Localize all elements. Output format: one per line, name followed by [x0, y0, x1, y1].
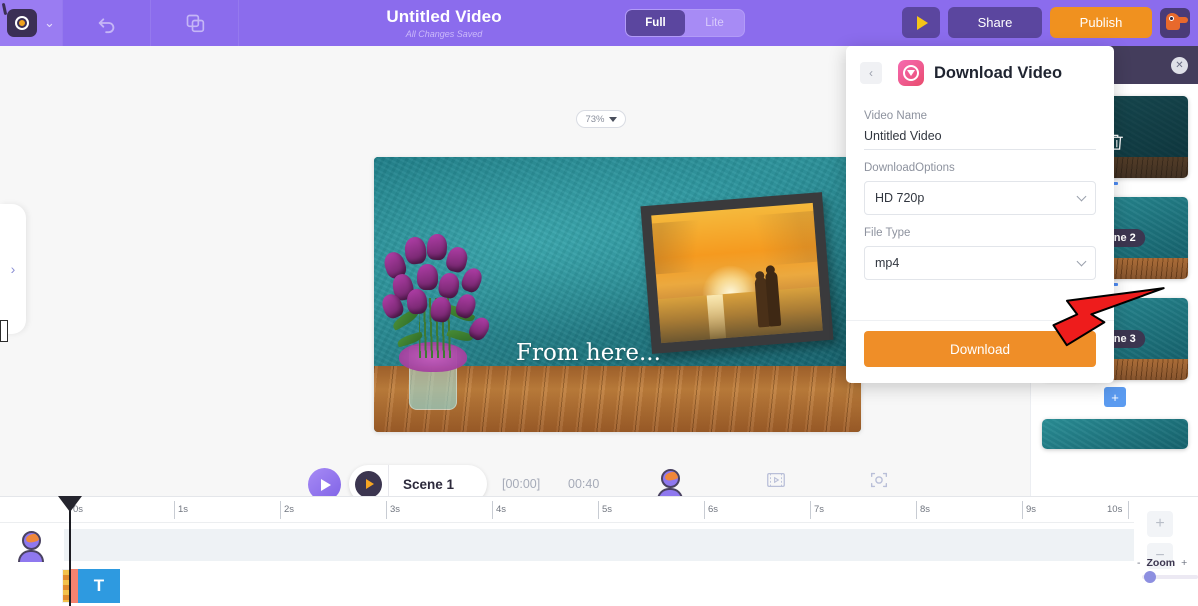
ruler-tick-label: 8s	[920, 504, 930, 515]
ruler-tick-label: 7s	[814, 504, 824, 515]
chevron-down-icon[interactable]: ⌄	[44, 15, 55, 31]
canvas-zoom-value: 73%	[585, 114, 604, 125]
focus-button[interactable]	[868, 469, 890, 496]
file-type-value: mp4	[875, 256, 899, 270]
modal-body: Video Name DownloadOptions HD 720p File …	[846, 94, 1114, 280]
tab-full[interactable]: Full	[626, 10, 685, 36]
chevron-down-icon	[1077, 257, 1087, 267]
play-small-icon[interactable]	[355, 471, 382, 498]
publish-button[interactable]: Publish	[1050, 7, 1152, 38]
zoom-slider-handle[interactable]	[1144, 571, 1156, 583]
modal-title: Download Video	[934, 64, 1062, 83]
app-logo-button[interactable]: ⌄	[0, 0, 62, 46]
play-circle-icon	[321, 479, 331, 491]
undo-icon	[96, 12, 118, 34]
tab-lite[interactable]: Lite	[685, 10, 744, 36]
left-panel-tab[interactable]	[0, 320, 8, 342]
toolbar-spacer	[238, 0, 326, 46]
total-time: 00:40	[568, 477, 599, 491]
page-title: Untitled Video	[386, 7, 501, 27]
ruler-tick-label: 10s	[1107, 504, 1122, 515]
top-bar: ⌄ Untitled Video All Changes Saved Full …	[0, 0, 1198, 46]
timeline-ruler[interactable]: 0s 1s 2s 3s 4s 5s 6s 7s 8s 9s 10s	[0, 497, 1134, 523]
duplicate-icon	[185, 13, 205, 33]
scene-label: Scene 1	[403, 477, 454, 492]
add-video-button[interactable]	[765, 469, 787, 496]
robot-logo-icon	[7, 9, 37, 37]
ruler-tick-label: 2s	[284, 504, 294, 515]
video-title-block[interactable]: Untitled Video All Changes Saved	[344, 7, 544, 39]
film-strip-icon	[765, 469, 787, 491]
zoom-slider-labels: - Zoom +	[1137, 557, 1187, 569]
current-time: [00:00]	[502, 477, 540, 491]
tulips-vase-object[interactable]	[377, 160, 527, 410]
timeline: 0s 1s 2s 3s 4s 5s 6s 7s 8s 9s 10s T +	[0, 496, 1198, 606]
duplicate-button[interactable]	[150, 0, 238, 46]
save-status: All Changes Saved	[406, 29, 483, 39]
sunset-photo	[651, 203, 823, 343]
quality-value: HD 720p	[875, 191, 924, 205]
chevron-right-icon: ›	[11, 261, 16, 277]
ruler-tick-label: 9s	[1026, 504, 1036, 515]
ruler-tick-label: 6s	[708, 504, 718, 515]
track-character-button[interactable]	[16, 531, 46, 562]
timeline-text-clip[interactable]: T	[78, 569, 120, 603]
close-icon[interactable]: ✕	[1171, 57, 1188, 74]
video-name-input[interactable]	[864, 122, 1096, 150]
canvas-zoom-select[interactable]: 73%	[576, 110, 626, 128]
file-type-label: File Type	[864, 227, 1096, 239]
zoom-label: Zoom	[1147, 557, 1176, 569]
zoom-slider[interactable]	[1142, 575, 1198, 579]
add-scene-button[interactable]: +	[1104, 387, 1126, 407]
red-arrow-icon	[1035, 275, 1165, 355]
header-actions: Share Publish	[902, 7, 1190, 38]
caret-down-icon	[609, 117, 617, 122]
ruler-tick-label: 5s	[602, 504, 612, 515]
ruler-tick-label: 4s	[496, 504, 506, 515]
focus-frame-icon	[868, 469, 890, 491]
photo-frame-object[interactable]	[640, 192, 833, 354]
download-circle-icon	[898, 60, 924, 86]
left-panel-expand-button[interactable]: ›	[0, 204, 26, 334]
character-icon	[16, 531, 46, 562]
video-canvas[interactable]: From here...	[374, 157, 861, 432]
undo-button[interactable]	[62, 0, 150, 46]
chevron-left-icon[interactable]: ‹	[860, 62, 882, 84]
video-name-label: Video Name	[864, 110, 1096, 122]
zoom-plus-label[interactable]: +	[1181, 557, 1187, 569]
modal-header: ‹ Download Video	[846, 46, 1114, 94]
playhead[interactable]	[69, 497, 71, 606]
timeline-audio-clip[interactable]	[70, 569, 78, 603]
download-options-label: DownloadOptions	[864, 162, 1096, 174]
canvas-caption-text[interactable]: From here...	[516, 340, 661, 366]
quality-select[interactable]: HD 720p	[864, 181, 1096, 215]
ruler-tick-label: 3s	[390, 504, 400, 515]
timeline-track[interactable]	[64, 529, 1134, 561]
chevron-down-icon	[1077, 192, 1087, 202]
zoom-in-button[interactable]: +	[1147, 511, 1173, 537]
scene-thumbnail[interactable]	[1042, 419, 1188, 449]
play-triangle-icon	[917, 16, 928, 30]
preview-button[interactable]	[902, 7, 940, 38]
mode-toggle[interactable]: Full Lite	[625, 9, 745, 37]
zoom-minus-label[interactable]: -	[1137, 557, 1141, 569]
ruler-tick-label: 1s	[178, 504, 188, 515]
video-editor-app: ⌄ Untitled Video All Changes Saved Full …	[0, 0, 1198, 606]
avatar[interactable]	[1160, 8, 1190, 38]
share-button[interactable]: Share	[948, 7, 1042, 38]
